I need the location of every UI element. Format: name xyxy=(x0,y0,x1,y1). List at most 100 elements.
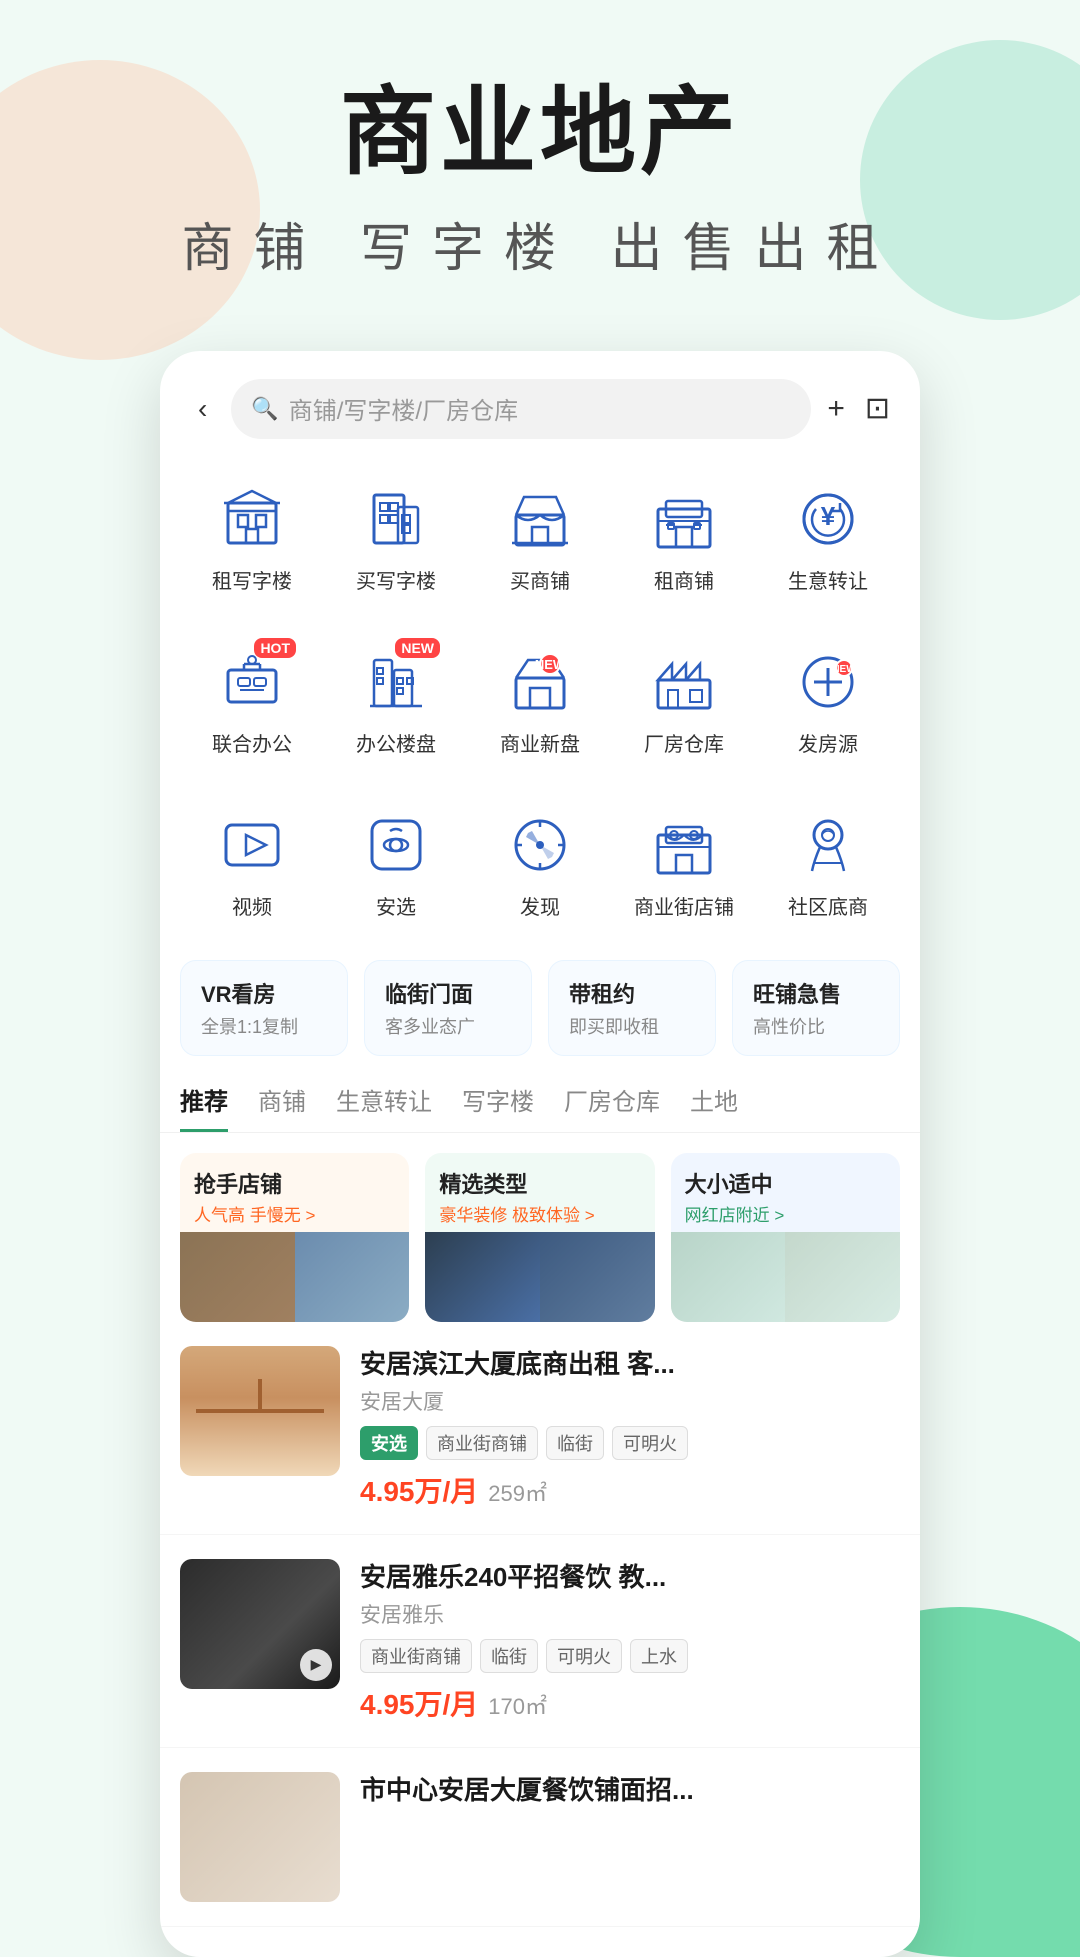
cat-post-source[interactable]: NEW 发房源 xyxy=(756,628,900,771)
cat-transfer-biz[interactable]: ¥ 生意转让 xyxy=(756,465,900,608)
feature-card-vr-title: VR看房 xyxy=(201,977,327,1009)
listing-item-2[interactable]: ▶ 安居雅乐240平招餐饮 教... 安居雅乐 商业街商铺 临街 可明火 上水 … xyxy=(160,1535,920,1748)
search-placeholder: 商铺/写字楼/厂房仓库 xyxy=(289,391,518,426)
add-button[interactable]: + xyxy=(827,392,845,426)
coll-card-grab-shop-header: 抢手店铺 人气高 手慢无 > xyxy=(180,1153,409,1232)
cat-video-icon-wrap xyxy=(212,805,292,885)
back-button[interactable]: ‹ xyxy=(190,389,215,429)
listing-1-area: 259㎡ xyxy=(488,1476,547,1508)
tag-street-facing: 临街 xyxy=(546,1426,604,1460)
coll-card-select-type[interactable]: 精选类型 豪华装修 极致体验 > xyxy=(425,1153,654,1322)
coll-card-select-type-title: 精选类型 xyxy=(439,1167,640,1199)
feature-card-with-lease-sub: 即买即收租 xyxy=(569,1013,695,1039)
cat-factory-label: 厂房仓库 xyxy=(644,728,724,757)
tag-2-water: 上水 xyxy=(630,1639,688,1673)
listing-1-tags: 安选 商业街商铺 临街 可明火 xyxy=(360,1426,900,1460)
cat-discover[interactable]: 发现 xyxy=(468,791,612,934)
cat-commercial-new-icon-wrap: NEW xyxy=(500,642,580,722)
cat-buy-office-label: 买写字楼 xyxy=(356,565,436,594)
office-disk-new-badge: NEW xyxy=(395,638,440,658)
coll-card-grab-shop[interactable]: 抢手店铺 人气高 手慢无 > xyxy=(180,1153,409,1322)
cat-video[interactable]: 视频 xyxy=(180,791,324,934)
cat-office-disk[interactable]: NEW 办公楼盘 xyxy=(324,628,468,771)
listing-2-title: 安居雅乐240平招餐饮 教... xyxy=(360,1559,900,1595)
cat-anxuan-label: 安选 xyxy=(376,891,416,920)
listing-item-1[interactable]: 安居滨江大厦底商出租 客... 安居大厦 安选 商业街商铺 临街 可明火 4.9… xyxy=(160,1322,920,1535)
cat-cowork-icon-wrap: HOT xyxy=(212,642,292,722)
coll-img-office2 xyxy=(785,1232,900,1322)
cat-cowork[interactable]: HOT 联合办公 xyxy=(180,628,324,771)
coll-card-grab-shop-title: 抢手店铺 xyxy=(194,1167,395,1199)
cat-community-shop[interactable]: 社区底商 xyxy=(756,791,900,934)
search-bar[interactable]: 🔍 商铺/写字楼/厂房仓库 xyxy=(231,379,811,439)
search-icon: 🔍 xyxy=(251,396,278,422)
feature-card-vr[interactable]: VR看房 全景1:1复制 xyxy=(180,960,348,1056)
tab-factory[interactable]: 厂房仓库 xyxy=(564,1082,660,1132)
cat-office-disk-icon-wrap: NEW xyxy=(356,642,436,722)
tab-transfer[interactable]: 生意转让 xyxy=(336,1082,432,1132)
tab-recommend[interactable]: 推荐 xyxy=(180,1082,228,1132)
cat-anxuan[interactable]: 安选 xyxy=(324,791,468,934)
cat-video-label: 视频 xyxy=(232,891,272,920)
coll-img-shop1 xyxy=(180,1232,295,1322)
coll-card-right-size-title: 大小适中 xyxy=(685,1167,886,1199)
listing-info-3: 市中心安居大厦餐饮铺面招... xyxy=(360,1772,900,1902)
listing-info-2: 安居雅乐240平招餐饮 教... 安居雅乐 商业街商铺 临街 可明火 上水 4.… xyxy=(360,1559,900,1723)
feature-card-hot-sale-sub: 高性价比 xyxy=(753,1013,879,1039)
feature-card-street-front-title: 临街门面 xyxy=(385,977,511,1009)
cat-transfer-biz-icon: ¥ xyxy=(788,479,868,559)
listing-2-play-button[interactable]: ▶ xyxy=(300,1649,332,1681)
coll-card-right-size-sub: 网红店附近 > xyxy=(685,1201,886,1226)
coll-card-grab-shop-sub: 人气高 手慢无 > xyxy=(194,1201,395,1226)
cat-rent-office[interactable]: 租写字楼 xyxy=(180,465,324,608)
category-grid-row3: 视频 安选 xyxy=(160,781,920,944)
tab-shop[interactable]: 商铺 xyxy=(258,1082,306,1132)
cat-factory[interactable]: 厂房仓库 xyxy=(612,628,756,771)
tab-office[interactable]: 写字楼 xyxy=(462,1082,534,1132)
svg-text:¥: ¥ xyxy=(821,501,836,531)
listing-1-price: 4.95万/月 259㎡ xyxy=(360,1470,900,1510)
message-button[interactable]: ⊡ xyxy=(865,391,890,426)
cat-cowork-label: 联合办公 xyxy=(212,728,292,757)
coll-card-right-size[interactable]: 大小适中 网红店附近 > xyxy=(671,1153,900,1322)
feature-card-street-front[interactable]: 临街门面 客多业态广 xyxy=(364,960,532,1056)
listing-2-price-main: 4.95万/月 xyxy=(360,1683,478,1723)
tag-2-street-facing: 临街 xyxy=(480,1639,538,1673)
cat-buy-office[interactable]: 买写字楼 xyxy=(324,465,468,608)
cat-buy-office-icon xyxy=(356,479,436,559)
listing-3-title: 市中心安居大厦餐饮铺面招... xyxy=(360,1772,900,1808)
listing-thumb-1 xyxy=(180,1346,340,1476)
cat-rent-office-label: 租写字楼 xyxy=(212,565,292,594)
cat-commercial-new[interactable]: NEW 商业新盘 xyxy=(468,628,612,771)
listing-thumb-3 xyxy=(180,1772,340,1902)
cat-buy-shop[interactable]: 买商铺 xyxy=(468,465,612,608)
feature-card-vr-sub: 全景1:1复制 xyxy=(201,1013,327,1039)
cat-rent-shop-icon xyxy=(644,479,724,559)
tag-2-open-fire: 可明火 xyxy=(546,1639,622,1673)
listing-thumb-1-img xyxy=(180,1346,340,1476)
tab-land[interactable]: 土地 xyxy=(690,1082,738,1132)
cat-community-shop-icon-wrap xyxy=(788,805,868,885)
feature-card-with-lease[interactable]: 带租约 即买即收租 xyxy=(548,960,716,1056)
listing-1-title: 安居滨江大厦底商出租 客... xyxy=(360,1346,900,1382)
listing-item-3[interactable]: 市中心安居大厦餐饮铺面招... xyxy=(160,1748,920,1927)
category-grid-row2: HOT 联合办公 NEW 办公楼盘 xyxy=(160,618,920,781)
cat-buy-shop-label: 买商铺 xyxy=(510,565,570,594)
cat-rent-shop[interactable]: 租商铺 xyxy=(612,465,756,608)
coll-card-right-size-images xyxy=(671,1232,900,1322)
cat-post-source-icon-wrap: NEW xyxy=(788,642,868,722)
cat-office-disk-label: 办公楼盘 xyxy=(356,728,436,757)
cat-rent-shop-label: 租商铺 xyxy=(654,565,714,594)
listing-2-price: 4.95万/月 170㎡ xyxy=(360,1683,900,1723)
cat-comm-shop[interactable]: 商业街店铺 xyxy=(612,791,756,934)
coll-img-office1 xyxy=(671,1232,786,1322)
coll-img-interior1 xyxy=(425,1232,540,1322)
feature-card-hot-sale[interactable]: 旺铺急售 高性价比 xyxy=(732,960,900,1056)
listing-2-source: 安居雅乐 xyxy=(360,1599,900,1629)
cat-discover-label: 发现 xyxy=(520,891,560,920)
tag-2-comm-shop-street: 商业街商铺 xyxy=(360,1639,472,1673)
coll-card-grab-shop-images xyxy=(180,1232,409,1322)
tabs-row: 推荐 商铺 生意转让 写字楼 厂房仓库 土地 xyxy=(160,1072,920,1133)
page-subtitle: 商铺 写字楼 出售出租 xyxy=(0,206,1080,281)
category-grid-row1: 租写字楼 买写字楼 xyxy=(160,455,920,618)
